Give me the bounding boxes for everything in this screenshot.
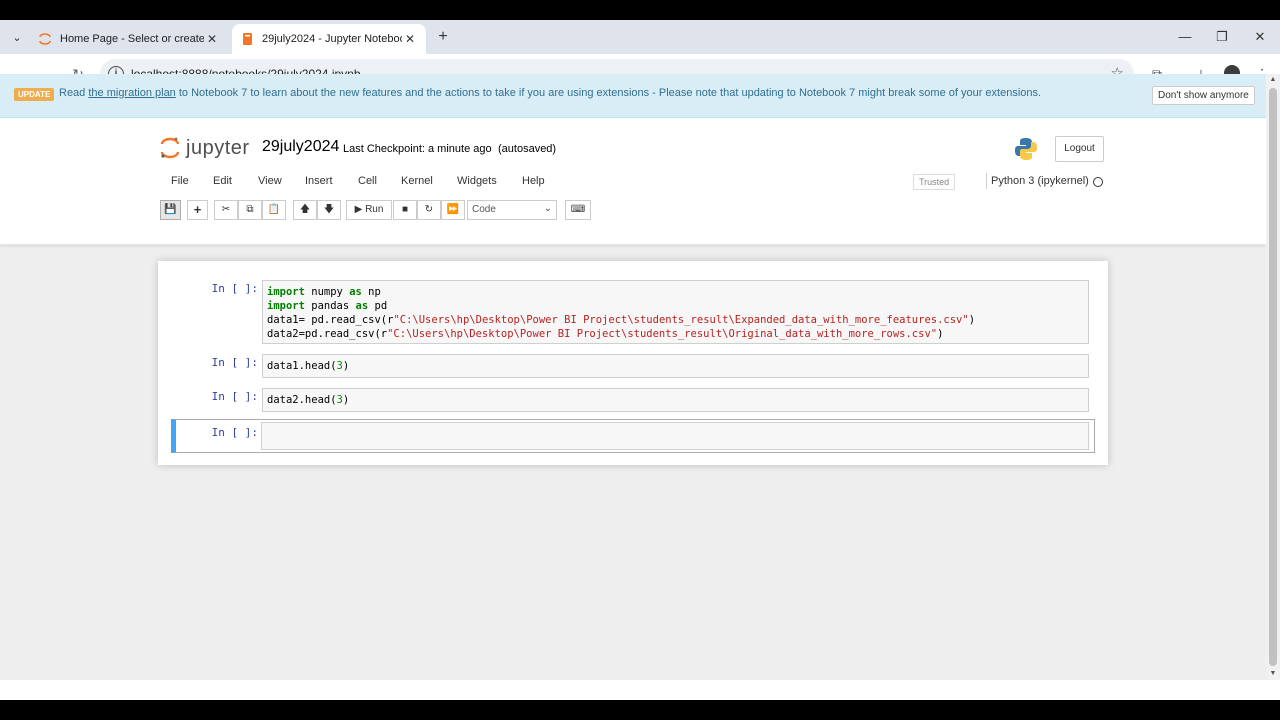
banner-message: Read the migration plan to Notebook 7 to… xyxy=(59,87,1041,99)
code-cell-4[interactable]: In [ ]: xyxy=(171,419,1095,453)
cell-type-select[interactable]: Code ⌄ xyxy=(467,200,557,220)
page-content: UPDATE Read the migration plan to Notebo… xyxy=(0,74,1266,680)
close-window-icon[interactable]: ✕ xyxy=(1248,26,1272,48)
banner-text: Read xyxy=(59,87,89,99)
code-token: pd xyxy=(368,300,388,312)
restore-icon[interactable]: ❐ xyxy=(1210,26,1234,48)
notebook-name[interactable]: 29july2024 xyxy=(262,138,339,156)
move-down-icon[interactable]: 🡇 xyxy=(317,200,341,220)
jupyter-logo[interactable]: jupyter xyxy=(160,136,250,160)
run-button[interactable]: ▶ Run xyxy=(346,200,392,220)
cell-prompt: In [ ]: xyxy=(211,356,258,369)
menu-view[interactable]: View xyxy=(258,175,282,187)
code-token: "C:\Users\hp\Desktop\Power BI Project\st… xyxy=(387,328,938,340)
code-cell-3[interactable]: In [ ]: data2.head(3) xyxy=(171,385,1095,415)
code-token: ) xyxy=(937,328,944,340)
code-editor[interactable] xyxy=(261,422,1089,450)
code-token: import xyxy=(267,300,305,312)
tab-title: Home Page - Select or create a xyxy=(60,33,204,45)
code-token: ) xyxy=(342,360,350,372)
tab-home-page[interactable]: Home Page - Select or create a ✕ xyxy=(30,24,228,54)
autosave-status: (autosaved) xyxy=(498,143,557,155)
code-token: as xyxy=(349,286,362,298)
interrupt-icon[interactable]: ■ xyxy=(393,200,417,220)
code-editor[interactable]: import numpy as np import pandas as pd d… xyxy=(262,280,1089,344)
notebook-header: jupyter 29july2024 Last Checkpoint: a mi… xyxy=(0,118,1266,245)
kernel-status-icon xyxy=(1093,177,1103,187)
code-token: "C:\Users\hp\Desktop\Power BI Project\st… xyxy=(393,314,969,326)
jupyter-wordmark: jupyter xyxy=(186,136,250,159)
code-token: data2.head( xyxy=(267,394,337,406)
jupyter-favicon-icon xyxy=(38,32,52,46)
logout-button[interactable]: Logout xyxy=(1055,136,1104,162)
code-token: ) xyxy=(968,314,976,326)
jupyter-logo-icon xyxy=(160,136,180,160)
page-scrollbar[interactable]: ▲ ▼ xyxy=(1266,74,1280,680)
code-editor[interactable]: data1.head(3) xyxy=(262,354,1089,378)
new-tab-button[interactable]: + xyxy=(434,28,452,46)
code-token: data1.head( xyxy=(267,360,337,372)
cell-prompt: In [ ]: xyxy=(211,390,258,403)
restart-icon[interactable]: ↻ xyxy=(417,200,441,220)
menu-kernel[interactable]: Kernel xyxy=(401,175,433,187)
code-token: data2=pd.read_csv(r xyxy=(267,328,388,340)
command-palette-icon[interactable]: ⌨ xyxy=(565,200,591,220)
run-label: Run xyxy=(365,204,384,215)
migration-plan-link[interactable]: the migration plan xyxy=(88,87,175,99)
banner-text: to Notebook 7 to learn about the new fea… xyxy=(175,87,1042,99)
tab-title: 29july2024 - Jupyter Notebook xyxy=(262,33,402,45)
tab-notebook[interactable]: 29july2024 - Jupyter Notebook ✕ xyxy=(232,24,426,54)
scrollbar-thumb[interactable] xyxy=(1269,88,1277,666)
menu-bar: File Edit View Insert Cell Kernel Widget… xyxy=(158,171,1108,193)
save-icon[interactable]: 💾 xyxy=(160,200,181,220)
notebook-toolbar: 💾 + ✂ ⧉ 📋 🡅 🡇 ▶ Run ■ ↻ ⏩ Code ⌄ ⌨ xyxy=(158,200,1108,222)
migration-banner: UPDATE Read the migration plan to Notebo… xyxy=(0,74,1266,118)
code-cell-1[interactable]: In [ ]: import numpy as np import pandas… xyxy=(171,277,1095,347)
menu-edit[interactable]: Edit xyxy=(213,175,232,187)
run-icon: ▶ xyxy=(354,204,363,215)
restart-run-all-icon[interactable]: ⏩ xyxy=(441,200,465,220)
minimize-icon[interactable]: — xyxy=(1173,26,1197,48)
menu-help[interactable]: Help xyxy=(522,175,545,187)
trusted-indicator[interactable]: Trusted xyxy=(913,174,956,190)
code-token: import xyxy=(267,286,305,298)
menu-insert[interactable]: Insert xyxy=(305,175,333,187)
scroll-up-icon[interactable]: ▲ xyxy=(1266,74,1280,86)
paste-icon[interactable]: 📋 xyxy=(262,200,286,220)
python-logo-icon xyxy=(1013,136,1039,162)
update-badge: UPDATE xyxy=(14,88,55,101)
code-editor[interactable]: data2.head(3) xyxy=(262,388,1089,412)
chevron-down-icon: ⌄ xyxy=(543,203,552,214)
insert-cell-icon[interactable]: + xyxy=(187,200,208,220)
last-checkpoint: Last Checkpoint: a minute ago xyxy=(343,143,492,155)
menu-cell[interactable]: Cell xyxy=(358,175,377,187)
close-tab-icon[interactable]: ✕ xyxy=(204,32,220,46)
kernel-name[interactable]: Python 3 (ipykernel) xyxy=(986,173,1089,189)
cell-type-value: Code xyxy=(472,204,496,215)
menu-widgets[interactable]: Widgets xyxy=(457,175,497,187)
close-tab-icon[interactable]: ✕ xyxy=(402,32,418,46)
code-token: as xyxy=(355,300,369,312)
notebook-favicon-icon xyxy=(240,32,254,46)
code-token: numpy xyxy=(304,286,350,298)
code-token: np xyxy=(361,286,381,298)
tab-strip: ⌄ Home Page - Select or create a ✕ 29jul… xyxy=(0,20,1280,54)
tab-search-icon[interactable]: ⌄ xyxy=(7,28,27,48)
dont-show-button[interactable]: Don't show anymore xyxy=(1152,86,1255,105)
move-up-icon[interactable]: 🡅 xyxy=(293,200,317,220)
code-token: data1= pd.read_csv(r xyxy=(267,314,394,326)
copy-icon[interactable]: ⧉ xyxy=(238,200,262,220)
cut-icon[interactable]: ✂ xyxy=(214,200,238,220)
menu-file[interactable]: File xyxy=(171,175,189,187)
code-token: pandas xyxy=(304,300,356,312)
cell-prompt: In [ ]: xyxy=(211,282,258,295)
code-token: ) xyxy=(342,394,350,406)
notebook-container: In [ ]: import numpy as np import pandas… xyxy=(158,261,1108,465)
cell-prompt: In [ ]: xyxy=(211,426,258,439)
scroll-down-icon[interactable]: ▼ xyxy=(1266,668,1280,680)
code-cell-2[interactable]: In [ ]: data1.head(3) xyxy=(171,351,1095,381)
